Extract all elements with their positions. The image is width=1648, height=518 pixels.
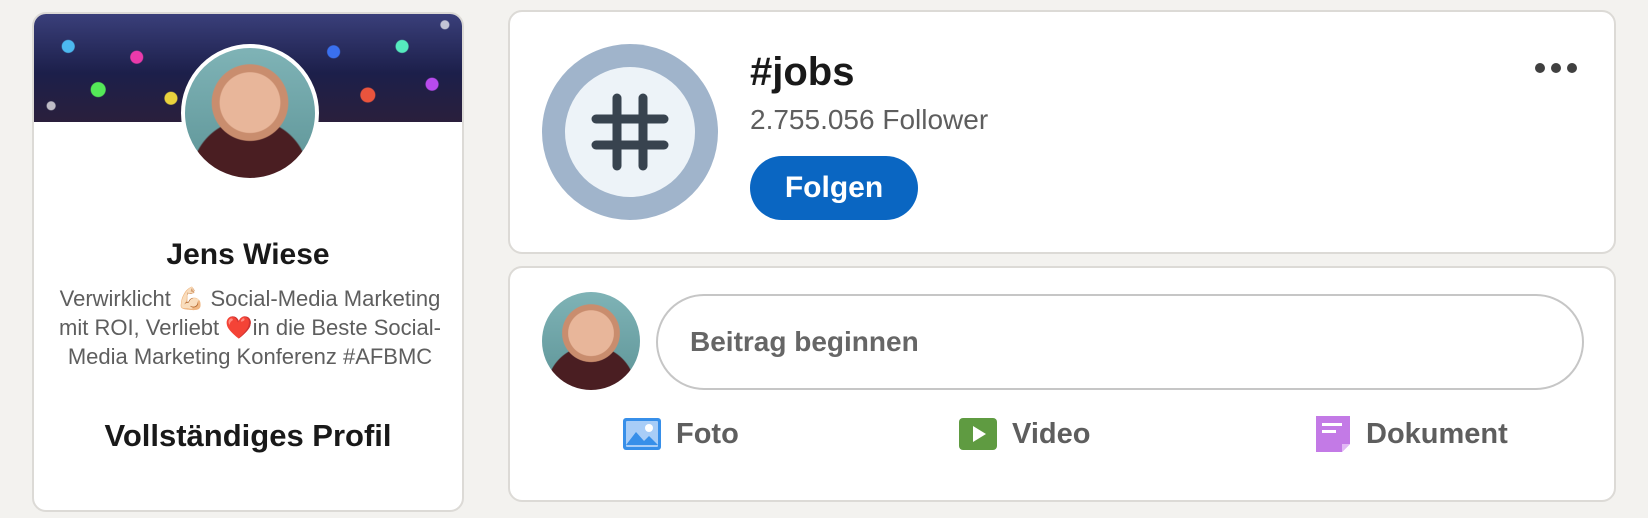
hashtag-card: #jobs 2.755.056 Follower Folgen xyxy=(508,10,1616,254)
document-label: Dokument xyxy=(1366,417,1508,450)
hashtag-icon xyxy=(591,93,669,171)
ellipsis-icon xyxy=(1535,63,1577,73)
photo-label: Foto xyxy=(676,417,739,450)
start-post-input[interactable]: Beitrag beginnen xyxy=(656,294,1584,390)
share-box: Beitrag beginnen Foto Video Dokument xyxy=(508,266,1616,502)
document-button[interactable]: Dokument xyxy=(1314,408,1508,460)
photo-button[interactable]: Foto xyxy=(622,408,739,460)
video-icon xyxy=(959,418,997,450)
user-avatar[interactable] xyxy=(542,292,640,390)
follower-count: 2.755.056 Follower xyxy=(750,104,989,135)
full-profile-link[interactable]: Vollständiges Profil xyxy=(34,418,462,454)
follow-button[interactable]: Folgen xyxy=(750,156,918,220)
profile-headline: Verwirklicht 💪🏻 Social-Media Marketing m… xyxy=(59,286,441,369)
profile-avatar[interactable] xyxy=(181,44,319,182)
document-icon xyxy=(1316,416,1350,452)
video-label: Video xyxy=(1012,417,1091,450)
profile-name[interactable]: Jens Wiese xyxy=(34,238,462,272)
more-options-button[interactable] xyxy=(1530,48,1582,88)
hashtag-title: #jobs xyxy=(750,50,855,94)
video-button[interactable]: Video xyxy=(958,408,1090,460)
profile-card: Jens Wiese Verwirklicht 💪🏻 Social-Media … xyxy=(32,12,464,512)
photo-icon xyxy=(623,418,661,450)
hashtag-logo xyxy=(542,44,718,220)
